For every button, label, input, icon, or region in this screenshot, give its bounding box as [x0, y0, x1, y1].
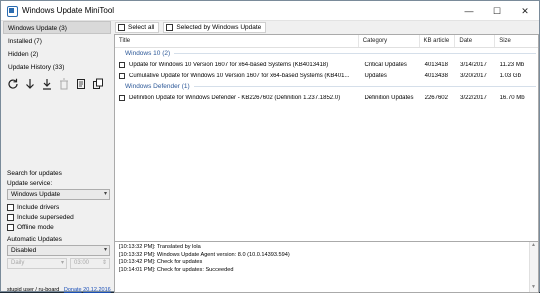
- checkbox-box[interactable]: [7, 203, 14, 211]
- group-header[interactable]: Windows Defender (1): [115, 81, 538, 92]
- delete-icon[interactable]: [57, 76, 71, 92]
- title-bar: Windows Update MiniTool — ☐ ✕: [1, 1, 539, 21]
- refresh-icon[interactable]: [6, 76, 20, 92]
- log-line: [10:13:32 PM]: Windows Update Agent vers…: [119, 251, 290, 258]
- auto-updates-heading: Automatic Updates: [7, 236, 62, 243]
- log-scrollbar[interactable]: [529, 242, 538, 292]
- list-item[interactable]: Definition Update for Windows Defender -…: [115, 92, 538, 103]
- update-title: Cumulative Update for Windows 10 Version…: [129, 72, 350, 79]
- update-category: Definition Updates: [364, 94, 414, 101]
- schedule-time-spinner[interactable]: 03:00 ⇕: [70, 258, 110, 269]
- nav-update-history[interactable]: Update History (33): [3, 60, 111, 73]
- copy-icon[interactable]: [91, 76, 105, 92]
- log-line: [10:13:32 PM]: Translated by lola: [119, 244, 201, 250]
- checkbox-box[interactable]: [7, 213, 14, 221]
- nav-hidden[interactable]: Hidden (2): [3, 47, 111, 60]
- hide-icon[interactable]: [74, 76, 88, 92]
- column-category[interactable]: Category: [359, 35, 420, 47]
- updates-list: Title Category KB article Date Size Wind…: [114, 34, 539, 249]
- log-panel[interactable]: [10:13:32 PM]: Translated by lola [10:13…: [114, 241, 539, 293]
- install-icon[interactable]: [40, 76, 54, 92]
- checkbox-box[interactable]: [166, 23, 174, 31]
- app-window: Windows Update MiniTool — ☐ ✕ Windows Up…: [0, 0, 540, 293]
- log-line: [10:13:42 PM]: Check for updates: [119, 259, 203, 266]
- update-title: Definition Update for Windows Defender -…: [129, 94, 341, 101]
- right-panel: Select all Selected by Windows Update Ti…: [113, 21, 539, 293]
- credit-text: stupid user / ru-board: [7, 287, 60, 293]
- offline-mode-label: Offline mode: [17, 223, 54, 231]
- column-title[interactable]: Title: [115, 35, 359, 47]
- checkbox-box[interactable]: [7, 223, 14, 231]
- update-date: 3/14/2017: [460, 61, 487, 68]
- checkbox-box[interactable]: [118, 23, 125, 31]
- nav-windows-update[interactable]: Windows Update (3): [3, 21, 111, 34]
- column-date[interactable]: Date: [455, 35, 496, 47]
- include-superseded-label: Include superseded: [17, 213, 74, 221]
- close-button[interactable]: ✕: [511, 1, 539, 21]
- offline-mode-checkbox[interactable]: Offline mode: [3, 222, 111, 232]
- update-size: 1.03 Gb: [499, 72, 521, 79]
- window-title: Windows Update MiniTool: [22, 6, 115, 15]
- chevron-down-icon: ▾: [103, 247, 107, 253]
- group-header[interactable]: Windows 10 (2): [115, 48, 538, 59]
- update-category: Updates: [364, 72, 387, 79]
- update-date: 3/20/2017: [460, 72, 487, 79]
- include-drivers-label: Include drivers: [17, 203, 60, 211]
- update-service-select[interactable]: Windows Update ▾: [7, 189, 110, 200]
- schedule-day-select[interactable]: Daily ▾: [7, 258, 67, 269]
- download-icon[interactable]: [23, 76, 37, 92]
- update-service-label: Update service:: [7, 180, 53, 187]
- update-size: 16.70 Mb: [499, 94, 525, 101]
- nav-installed[interactable]: Installed (7): [3, 34, 111, 47]
- update-title: Update for Windows 10 Version 1607 for x…: [129, 61, 329, 68]
- auto-updates-value: Disabled: [11, 247, 37, 254]
- toolbar: [3, 73, 111, 95]
- group-name: Windows Defender (1): [125, 83, 190, 90]
- schedule-day-value: Daily: [11, 260, 25, 266]
- minimize-button[interactable]: —: [455, 1, 483, 21]
- donate-link[interactable]: Donate: [64, 287, 82, 293]
- group-name: Windows 10 (2): [125, 50, 171, 57]
- log-line: [10:14:01 PM]: Check for updates: Succee…: [119, 266, 234, 273]
- update-service-value: Windows Update: [11, 191, 61, 198]
- update-kb: 4013438: [424, 72, 448, 79]
- column-kb[interactable]: KB article: [420, 35, 456, 47]
- include-drivers-checkbox[interactable]: Include drivers: [3, 202, 111, 212]
- select-all-label: Select all: [128, 23, 155, 31]
- version-date-link[interactable]: 20.12.2016: [83, 287, 111, 293]
- update-category: Critical Updates: [364, 61, 407, 68]
- list-header: Title Category KB article Date Size: [115, 35, 538, 48]
- update-kb: 4013418: [424, 61, 448, 68]
- chevron-down-icon: ▾: [103, 191, 107, 197]
- app-icon: [7, 5, 18, 17]
- list-item[interactable]: Update for Windows 10 Version 1607 for x…: [115, 59, 538, 70]
- selected-by-wu-label: Selected by Windows Update: [176, 23, 262, 31]
- update-date: 3/22/2017: [460, 94, 487, 101]
- auto-updates-select[interactable]: Disabled ▾: [7, 245, 110, 256]
- selected-by-wu-checkbox[interactable]: Selected by Windows Update: [163, 21, 267, 33]
- search-heading: Search for updates: [7, 170, 62, 177]
- spinner-icon: ⇕: [101, 260, 107, 266]
- maximize-button[interactable]: ☐: [483, 1, 511, 21]
- left-panel: Windows Update (3) Installed (7) Hidden …: [3, 21, 111, 293]
- select-all-checkbox[interactable]: Select all: [115, 21, 160, 33]
- footer: stupid user / ru-board Donate 20.12.2016: [7, 287, 111, 293]
- update-size: 11.23 Mb: [499, 61, 525, 68]
- list-item[interactable]: Cumulative Update for Windows 10 Version…: [115, 70, 538, 81]
- include-superseded-checkbox[interactable]: Include superseded: [3, 212, 111, 222]
- schedule-time-value: 03:00: [74, 260, 90, 266]
- update-kb: 2267602: [424, 94, 448, 101]
- column-size[interactable]: Size: [495, 35, 538, 47]
- chevron-down-icon: ▾: [60, 260, 64, 266]
